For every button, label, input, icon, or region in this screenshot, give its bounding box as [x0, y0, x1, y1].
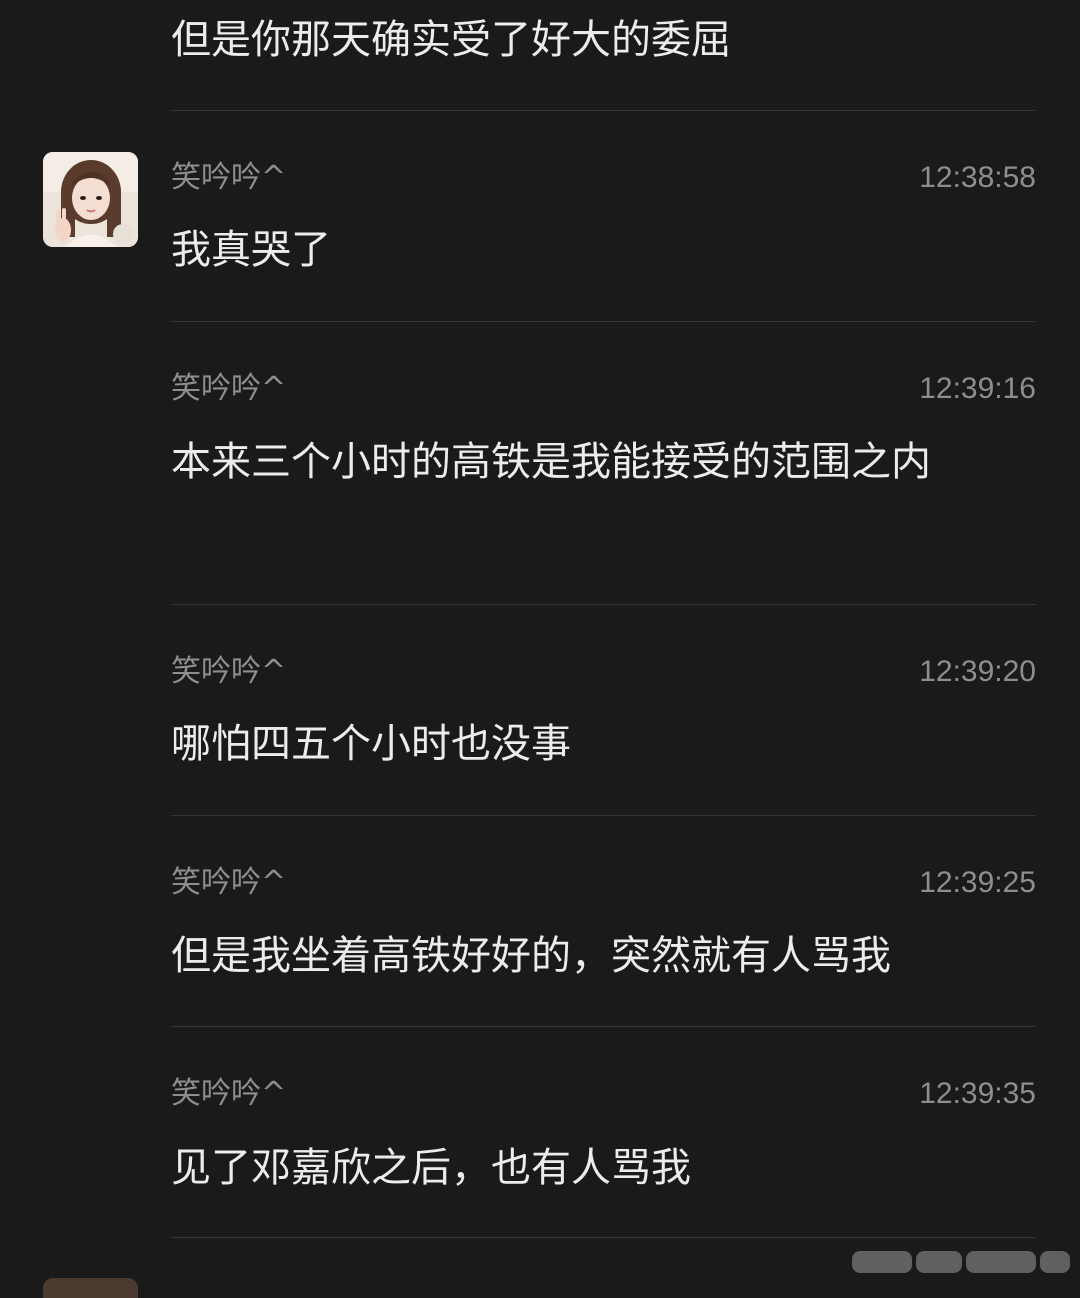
- message-text: 我真哭了: [171, 227, 331, 273]
- message-text: 但是我坐着高铁好好的，突然就有人骂我: [171, 933, 891, 979]
- message-timestamp: 12:39:20: [919, 655, 1036, 688]
- message-timestamp: 12:39:35: [919, 1077, 1036, 1110]
- sender-name[interactable]: 笑吟吟^: [171, 1074, 286, 1114]
- message-text: 但是你那天确实受了好大的委屈: [171, 17, 731, 63]
- message-timestamp: 12:38:58: [919, 161, 1036, 194]
- message-text: 哪怕四五个小时也没事: [171, 721, 571, 767]
- message-divider: [171, 110, 1036, 111]
- watermark-icon: [840, 1244, 1070, 1280]
- message-divider: [171, 1026, 1036, 1027]
- sender-name[interactable]: 笑吟吟^: [171, 652, 286, 692]
- sender-name[interactable]: 笑吟吟^: [171, 158, 286, 198]
- message-timestamp: 12:39:25: [919, 866, 1036, 899]
- message-divider: [171, 321, 1036, 322]
- message-text: 本来三个小时的高铁是我能接受的范围之内: [171, 439, 931, 485]
- sender-name[interactable]: 笑吟吟^: [171, 369, 286, 409]
- message-text: 见了邓嘉欣之后，也有人骂我: [171, 1145, 691, 1191]
- message-timestamp: 12:39:16: [919, 372, 1036, 405]
- sender-avatar[interactable]: [43, 152, 138, 247]
- next-sender-avatar[interactable]: [43, 1278, 138, 1298]
- message-divider: [171, 604, 1036, 605]
- sender-name[interactable]: 笑吟吟^: [171, 863, 286, 903]
- avatar-photo-icon: [43, 152, 138, 247]
- message-divider: [171, 815, 1036, 816]
- message-divider: [171, 1237, 1036, 1238]
